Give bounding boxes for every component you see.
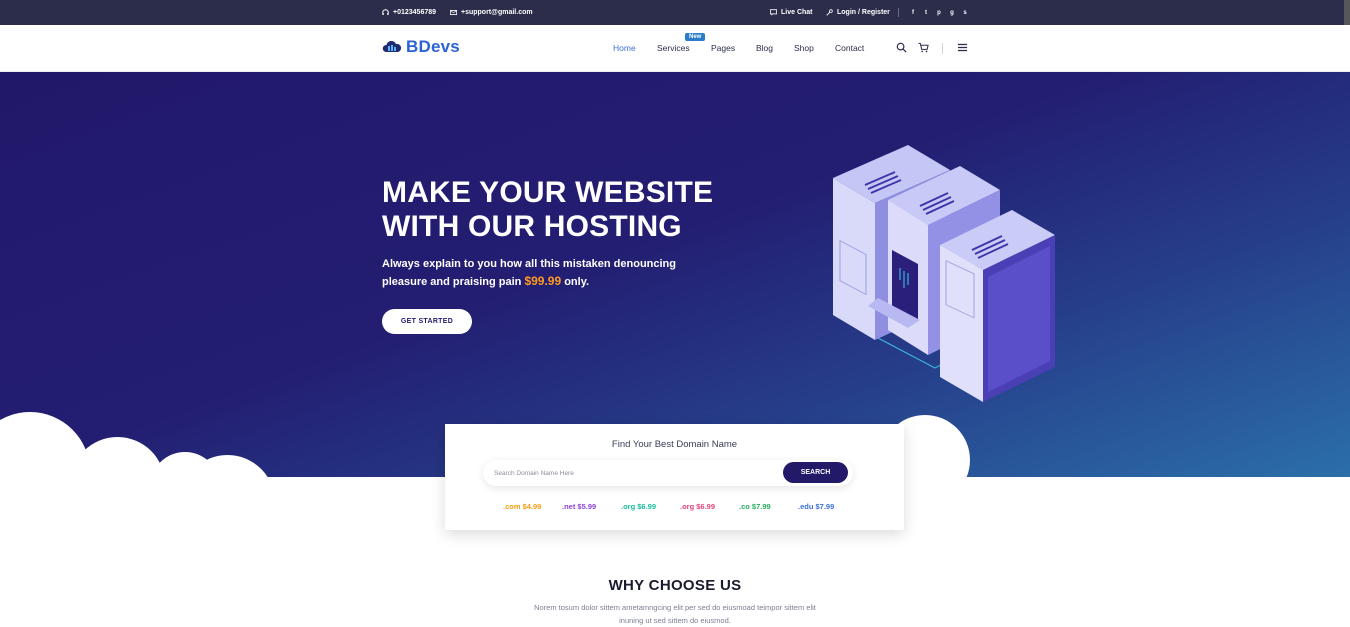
why-choose-us-title: WHY CHOOSE US (608, 577, 742, 594)
facebook-icon[interactable]: f (910, 10, 916, 16)
nav-contact[interactable]: Contact (835, 43, 864, 53)
site-logo[interactable]: BDevs (382, 37, 460, 57)
twitter-icon[interactable]: t (923, 10, 929, 16)
hero-price: $99.99 (524, 274, 562, 288)
top-bar: +0123456789 +support@gmail.com Live Chat… (0, 0, 1350, 25)
live-chat-link[interactable]: Live Chat (770, 0, 813, 25)
why-choose-us-text: Norem tosum dolor sittem ametamngcing el… (534, 603, 816, 625)
tld-org-price[interactable]: .org $6.99 (621, 502, 680, 511)
hero-title: MAKE YOUR WEBSITE WITH OUR HOSTING (382, 176, 714, 243)
menu-icon[interactable] (957, 42, 968, 53)
hero-description: Always explain to you how all this mista… (382, 256, 702, 291)
cloud-shape (70, 437, 165, 477)
phone-contact[interactable]: +0123456789 (382, 0, 436, 25)
domain-search-title: Find Your Best Domain Name (611, 439, 738, 450)
tld-com-price[interactable]: .com $4.99 (503, 502, 562, 511)
nav-divider (942, 43, 943, 54)
window-edge (1344, 0, 1350, 25)
skype-icon[interactable]: s (962, 10, 968, 16)
new-badge: New (685, 33, 706, 41)
nav-blog[interactable]: Blog (756, 43, 773, 53)
tld-co-price[interactable]: .co $7.99 (739, 502, 798, 511)
envelope-icon (450, 9, 457, 16)
server-illustration (833, 145, 1055, 402)
cloud-server-icon (382, 40, 402, 52)
tld-edu-price[interactable]: .edu $7.99 (798, 502, 857, 511)
hero-text-after: only. (561, 276, 590, 288)
phone-text: +0123456789 (393, 9, 437, 16)
tld-price-list: .com $4.99 .net $5.99 .org $6.99 .org $6… (503, 502, 857, 511)
social-links: f t p g s (910, 0, 968, 25)
key-icon (826, 9, 833, 16)
nav-shop[interactable]: Shop (794, 43, 814, 53)
hero-section: MAKE YOUR WEBSITE WITH OUR HOSTING Alway… (0, 72, 1350, 477)
topbar-divider (898, 0, 899, 25)
nav-pages[interactable]: Pages (711, 43, 735, 53)
chat-icon (770, 9, 777, 16)
cart-icon[interactable] (918, 42, 929, 53)
email-text: +support@gmail.com (461, 9, 533, 16)
login-register-link[interactable]: Login / Register (826, 0, 890, 25)
google-plus-icon[interactable]: g (949, 10, 955, 16)
tld-org-price-alt[interactable]: .org $6.99 (680, 502, 739, 511)
domain-search-button[interactable]: SEARCH (783, 462, 848, 483)
tld-net-price[interactable]: .net $5.99 (562, 502, 621, 511)
search-icon[interactable] (896, 42, 907, 53)
headset-icon (382, 9, 389, 15)
domain-search-card: Find Your Best Domain Name SEARCH .com $… (445, 424, 904, 530)
login-register-label: Login / Register (837, 9, 890, 16)
get-started-button[interactable]: GET STARTED (382, 309, 472, 334)
nav-services[interactable]: Services (657, 43, 690, 53)
main-navbar: BDevs New Home Services Pages Blog Shop … (0, 25, 1350, 72)
logo-text: BDevs (406, 37, 460, 56)
pinterest-icon[interactable]: p (936, 10, 942, 16)
nav-home[interactable]: Home (613, 43, 636, 53)
live-chat-label: Live Chat (781, 9, 813, 16)
email-contact[interactable]: +support@gmail.com (450, 0, 533, 25)
